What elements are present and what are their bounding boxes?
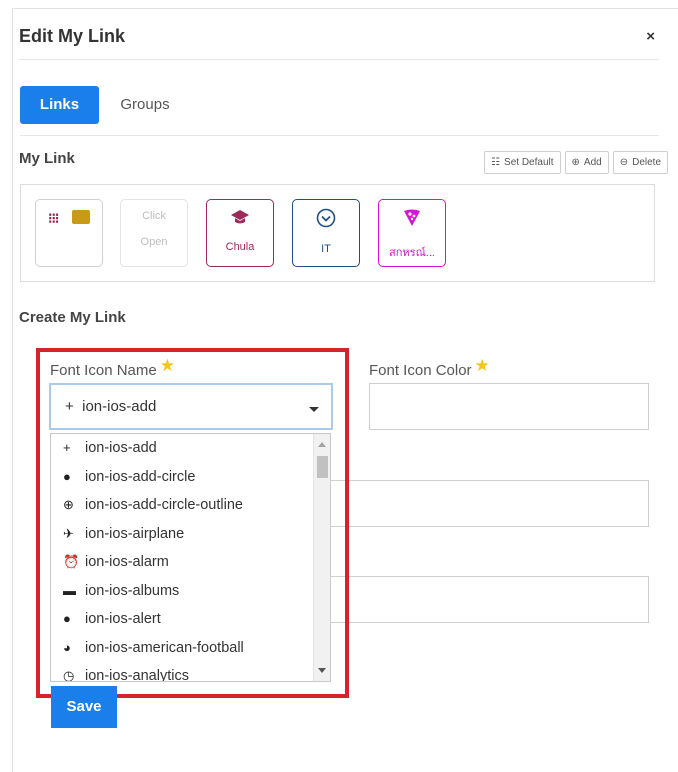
required-star-icon: ★ [474,356,490,375]
link-tile-it[interactable]: IT [292,199,360,267]
minus-circle-icon: ⊖ [619,157,629,168]
folder-icon [72,210,90,224]
tab-links[interactable]: Links [20,86,99,124]
create-my-link-title: Create My Link [19,309,126,326]
add-button[interactable]: ⊕ Add [564,151,609,174]
modal-header: Edit My Link × [19,24,659,60]
pizza-icon [379,208,445,233]
delete-label: Delete [632,157,661,168]
modal-title: Edit My Link [19,26,126,46]
graduation-cap-icon [207,208,273,231]
highlight-frame [36,348,349,698]
add-label: Add [583,157,602,168]
tab-groups[interactable]: Groups [112,86,178,124]
tab-bar: Links Groups [20,86,659,136]
my-link-toolbar: ☷ Set Default ⊕ Add ⊖ Delete [484,151,668,174]
set-default-button[interactable]: ☷ Set Default [484,151,561,174]
chevron-circle-icon [293,208,359,233]
link-name-input[interactable] [331,480,649,527]
my-link-list: ⁝⁝⁝ Click Open Chula IT สกหรณ์... [20,184,655,282]
font-icon-color-input[interactable] [369,383,649,430]
tile-line1: Click [142,210,166,222]
tile-label: IT [321,243,331,255]
my-link-title: My Link [19,150,75,167]
link-tile-apps[interactable]: ⁝⁝⁝ [35,199,103,267]
close-icon[interactable]: × [646,28,655,45]
link-tile-click-open[interactable]: Click Open [120,199,188,267]
list-icon: ☷ [491,157,501,168]
tile-line2: Open [140,236,168,248]
tile-label: สกหรณ์... [389,247,435,259]
font-icon-color-text: Font Icon Color [369,362,472,379]
link-url-input[interactable] [331,576,649,623]
set-default-label: Set Default [504,157,554,168]
tile-label: Chula [225,241,255,253]
plus-circle-icon: ⊕ [571,157,580,168]
save-button[interactable]: Save [51,686,117,728]
font-icon-color-label: Font Icon Color ★ [369,356,490,380]
link-tile-cooperative[interactable]: สกหรณ์... [378,199,446,267]
grid-icon: ⁝⁝⁝ [48,210,59,226]
delete-button[interactable]: ⊖ Delete [612,151,668,174]
link-tile-chula[interactable]: Chula [206,199,274,267]
